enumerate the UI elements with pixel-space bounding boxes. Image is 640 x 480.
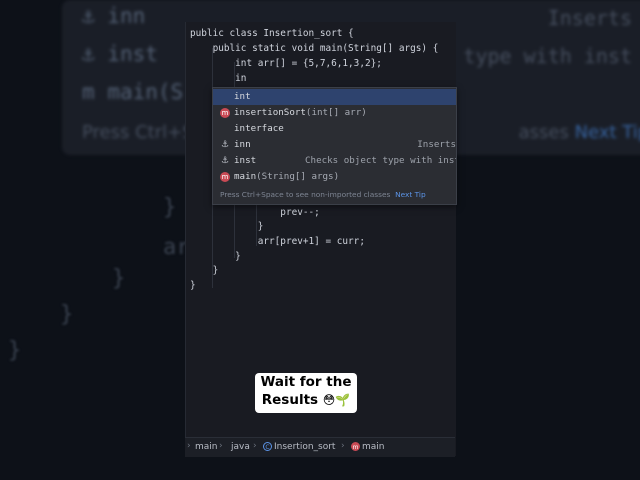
method-icon: m	[220, 108, 230, 118]
breadcrumb-item-main-folder[interactable]: main	[195, 442, 218, 452]
breadcrumb-item-method[interactable]: m main	[351, 442, 385, 452]
caption-line-2: Results 😳🌱	[261, 392, 351, 408]
completion-item-interface[interactable]: interface	[213, 121, 456, 137]
code-line-current[interactable]: in	[190, 72, 246, 86]
completion-label: inn	[234, 139, 251, 150]
chevron-right-icon: ›	[219, 441, 223, 451]
completion-description: Inserts	[417, 139, 456, 150]
code-line[interactable]: }	[190, 220, 264, 234]
completion-label: insertionSort(int[] arr)	[234, 107, 367, 118]
video-caption: Wait for the Results 😳🌱	[255, 373, 357, 413]
class-icon: C	[263, 442, 272, 451]
method-icon: m	[351, 442, 360, 451]
chevron-right-icon: ›	[253, 441, 257, 451]
completion-description: Checks object type with inst	[305, 155, 457, 166]
breadcrumb: › main › java › C Insertion_sort › m main	[185, 437, 455, 457]
bg-code-brace: }	[163, 195, 177, 220]
method-icon: m	[220, 172, 230, 182]
code-completion-popup[interactable]: int m insertionSort(int[] arr) interface…	[212, 87, 457, 205]
code-line[interactable]: arr[prev+1] = curr;	[190, 235, 365, 249]
completion-item-int[interactable]: int	[213, 89, 456, 105]
code-line[interactable]: }	[190, 279, 196, 293]
bg-popup-row-desc: type with inst	[463, 44, 632, 68]
bg-popup-row-desc: Inserts	[547, 6, 632, 30]
template-icon: ⚓	[220, 140, 230, 150]
breadcrumb-item-java[interactable]: java	[231, 442, 250, 452]
next-tip-link[interactable]: Next Tip	[395, 190, 426, 199]
code-line[interactable]: }	[190, 250, 241, 264]
code-line[interactable]: prev--;	[190, 206, 320, 220]
bg-popup-row: ⚓ inst	[82, 42, 158, 66]
completion-footer-hint: Press Ctrl+Space to see non-imported cla…	[220, 190, 426, 199]
caption-line-1: Wait for the	[260, 374, 352, 390]
bg-popup-row: ⚓ inn	[82, 4, 146, 28]
completion-item-inst[interactable]: ⚓ inst Checks object type with inst	[213, 153, 456, 169]
chevron-right-icon: ›	[341, 441, 345, 451]
code-line[interactable]: public class Insertion_sort {	[190, 27, 354, 41]
code-line[interactable]: int arr[] = {5,7,6,1,3,2};	[190, 57, 382, 71]
code-line[interactable]: public static void main(String[] args) {	[190, 42, 439, 56]
completion-label: int	[234, 91, 251, 102]
completion-label: main(String[] args)	[234, 171, 340, 182]
breadcrumb-item-class[interactable]: C Insertion_sort	[263, 442, 335, 452]
template-icon: ⚓	[220, 156, 230, 166]
completion-item-main[interactable]: m main(String[] args)	[213, 169, 456, 185]
completion-label: inst	[234, 155, 257, 166]
bg-popup-row: m main(S	[82, 80, 184, 104]
completion-item-inn[interactable]: ⚓ inn Inserts	[213, 137, 456, 153]
caption-emoji: 😳🌱	[322, 393, 351, 407]
completion-item-insertionsort[interactable]: m insertionSort(int[] arr)	[213, 105, 456, 121]
code-line[interactable]: }	[190, 264, 219, 278]
completion-label: interface	[234, 123, 284, 134]
chevron-right-icon: ›	[187, 441, 191, 451]
bg-code-brace: }	[8, 338, 22, 363]
bg-code-brace: }	[112, 266, 126, 291]
bg-code-brace: }	[60, 302, 74, 327]
